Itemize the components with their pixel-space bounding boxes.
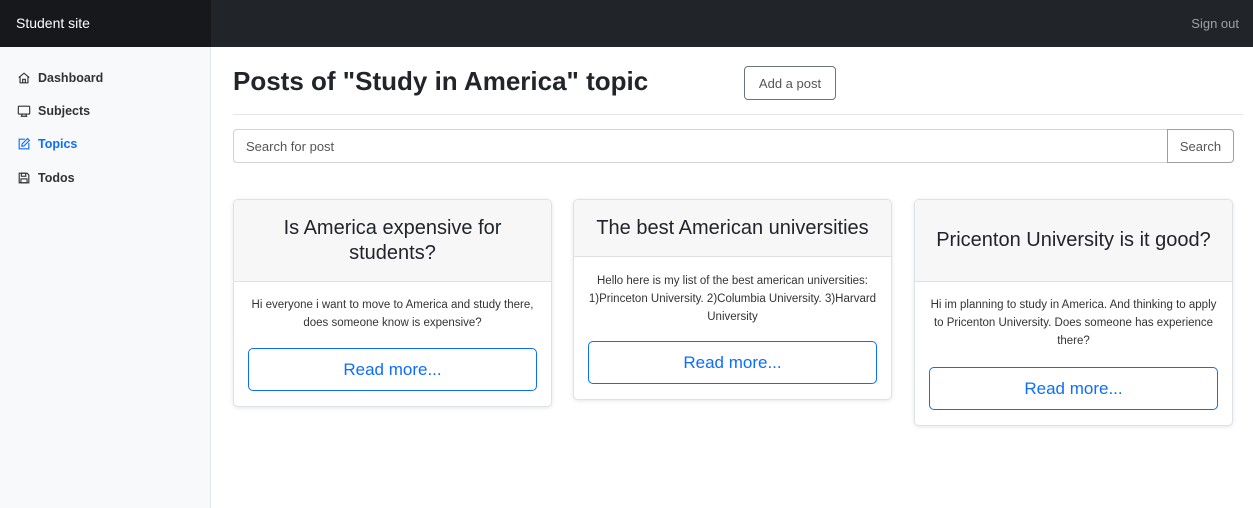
post-title: Pricenton University is it good? <box>915 200 1232 282</box>
post-body: Hi im planning to study in America. And … <box>930 299 1217 347</box>
post-card: Is America expensive for students? Hi ev… <box>233 199 552 407</box>
divider <box>233 114 1243 115</box>
page-title: Posts of "Study in America" topic <box>233 66 649 96</box>
post-title: Is America expensive for students? <box>234 200 551 282</box>
top-navbar: Student site Sign out <box>0 0 1253 47</box>
sign-out-link[interactable]: Sign out <box>1191 0 1239 47</box>
post-card: Pricenton University is it good? Hi im p… <box>914 199 1233 426</box>
brand-link[interactable]: Student site <box>0 0 211 47</box>
sidebar-item-todos[interactable]: Todos <box>17 168 75 188</box>
home-icon <box>18 72 30 84</box>
save-icon <box>18 172 30 184</box>
sidebar-item-label: Subjects <box>38 104 91 118</box>
search-bar: Search <box>233 129 1234 163</box>
sidebar-item-topics[interactable]: Topics <box>17 134 77 154</box>
edit-icon <box>18 137 31 150</box>
sidebar-item-label: Topics <box>38 137 78 151</box>
post-body: Hi everyone i want to move to America an… <box>251 299 534 329</box>
monitor-icon <box>17 105 31 117</box>
sidebar: Dashboard Subjects Topics Todos <box>0 47 211 508</box>
post-card: The best American universities Hello her… <box>573 199 892 400</box>
search-input[interactable] <box>233 129 1167 163</box>
read-more-button[interactable]: Read more... <box>588 341 877 384</box>
sidebar-item-label: Todos <box>38 171 75 185</box>
read-more-button[interactable]: Read more... <box>248 348 537 391</box>
sidebar-item-subjects[interactable]: Subjects <box>17 101 90 121</box>
search-button[interactable]: Search <box>1167 129 1234 163</box>
read-more-button[interactable]: Read more... <box>929 367 1218 410</box>
sidebar-item-label: Dashboard <box>38 71 104 85</box>
sidebar-item-dashboard[interactable]: Dashboard <box>17 68 103 88</box>
post-title: The best American universities <box>574 200 891 257</box>
post-body: Hello here is my list of the best americ… <box>588 275 877 323</box>
add-post-button[interactable]: Add a post <box>744 66 836 100</box>
